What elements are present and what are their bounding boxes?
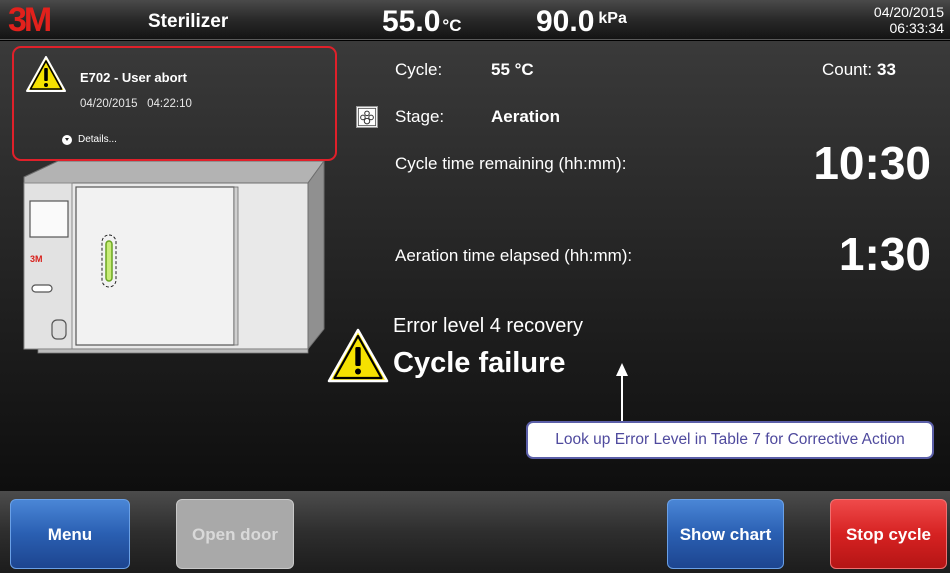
cycle-time-remaining-label: Cycle time remaining (hh:mm): bbox=[395, 154, 627, 173]
stage-label: Stage: bbox=[395, 107, 445, 126]
menu-button[interactable]: Menu bbox=[10, 499, 130, 569]
cycle-label: Cycle: bbox=[395, 60, 443, 79]
alert-datetime: 04/20/2015 04:22:10 bbox=[80, 98, 192, 110]
brand-logo: 3M bbox=[8, 1, 52, 39]
app-title: Sterilizer bbox=[148, 11, 229, 32]
temperature-unit: °C bbox=[442, 16, 462, 35]
aeration-time-elapsed-label: Aeration time elapsed (hh:mm): bbox=[395, 246, 633, 265]
current-time: 06:33:34 bbox=[889, 20, 945, 36]
alert-code: E702 - User abort bbox=[80, 70, 187, 85]
details-link[interactable]: Details... bbox=[62, 134, 117, 145]
arrow-up-icon bbox=[616, 363, 628, 421]
cycle-failure-text: Cycle failure bbox=[393, 347, 566, 379]
aeration-time-elapsed-value: 1:30 bbox=[838, 228, 931, 280]
alert-panel[interactable]: E702 - User abort 04/20/2015 04:22:10 De… bbox=[12, 46, 337, 161]
date-time: 04/20/2015 06:33:34 bbox=[874, 4, 944, 36]
stop-cycle-button[interactable]: Stop cycle bbox=[830, 499, 947, 569]
annotation-callout: Look up Error Level in Table 7 for Corre… bbox=[526, 421, 934, 459]
warning-triangle-icon bbox=[26, 56, 66, 92]
cycle-value: 55 °C bbox=[491, 60, 534, 79]
cycle-time-remaining-value: 10:30 bbox=[813, 137, 931, 189]
temperature-value: 55.0 bbox=[382, 5, 441, 38]
main-panel: E702 - User abort 04/20/2015 04:22:10 De… bbox=[0, 41, 950, 491]
stage-aeration-icon bbox=[356, 106, 378, 128]
machine-brand-label: 3M bbox=[30, 254, 43, 264]
stage-value: Aeration bbox=[491, 107, 560, 126]
error-level-text: Error level 4 recovery bbox=[393, 315, 584, 337]
count-value: 33 bbox=[877, 60, 896, 79]
sterilizer-illustration: 3M bbox=[23, 161, 325, 354]
warning-triangle-icon bbox=[327, 328, 389, 383]
current-date: 04/20/2015 bbox=[873, 4, 944, 20]
footer-bar: Menu Open door Show chart Stop cycle bbox=[0, 491, 950, 573]
show-chart-button[interactable]: Show chart bbox=[667, 499, 784, 569]
pressure-value: 90.0 bbox=[536, 5, 595, 38]
open-door-button[interactable]: Open door bbox=[176, 499, 294, 569]
header-bar: 3M Sterilizer 55.0 °C 90.0 kPa 04/20/2015 … bbox=[0, 0, 950, 40]
chevron-down-circle-icon bbox=[62, 134, 72, 145]
count-label: Count: bbox=[822, 60, 873, 79]
pressure-unit: kPa bbox=[598, 10, 627, 27]
temperature-readout: 55.0 °C bbox=[382, 5, 461, 39]
details-label: Details... bbox=[78, 134, 117, 145]
pressure-readout: 90.0 kPa bbox=[536, 5, 627, 39]
